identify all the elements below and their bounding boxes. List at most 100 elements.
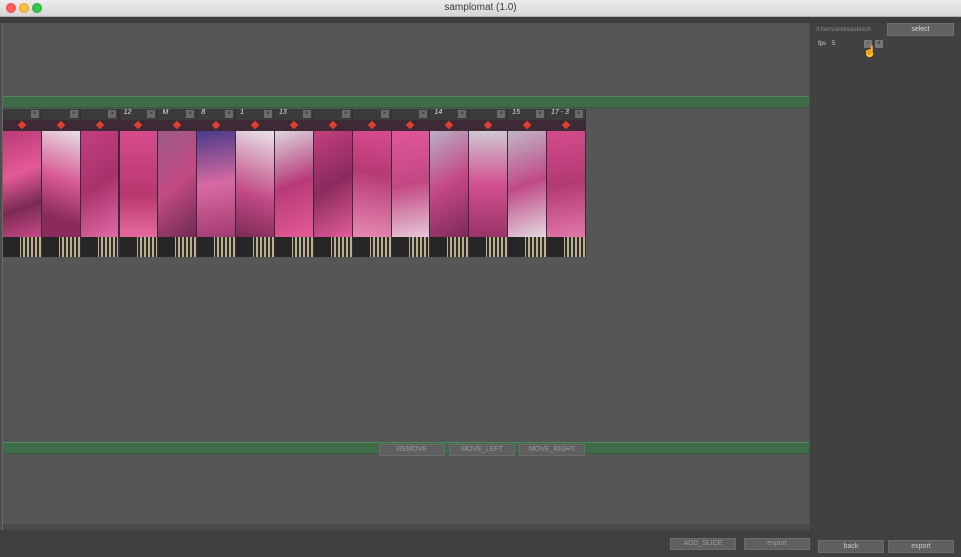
frame-thumbnail bbox=[508, 131, 546, 237]
film-frame[interactable]: M × bbox=[158, 109, 197, 257]
remove-button[interactable]: REMOVE bbox=[379, 444, 445, 456]
film-edge bbox=[508, 237, 526, 257]
frame-close-icon[interactable]: × bbox=[186, 110, 195, 118]
frame-header: 8 × bbox=[197, 109, 236, 120]
timeline-bar-top[interactable] bbox=[3, 96, 809, 108]
frame-label: M bbox=[162, 109, 169, 116]
film-frame[interactable]: × bbox=[313, 109, 352, 257]
film-edge bbox=[236, 237, 254, 257]
frame-label: 8 bbox=[201, 109, 206, 116]
film-edge bbox=[547, 237, 565, 257]
film-edge bbox=[391, 237, 409, 257]
frame-close-icon[interactable]: × bbox=[263, 110, 272, 118]
folder-path-field[interactable]: /Users/andreasbisch bbox=[816, 24, 884, 36]
frame-label: 15 bbox=[512, 109, 520, 116]
frame-header: 12 × bbox=[119, 109, 158, 120]
film-frame[interactable]: 13 × bbox=[275, 109, 313, 257]
move-right-button[interactable]: MOVE_RIGHT bbox=[519, 444, 585, 456]
add-slice-button[interactable]: ADD_SLICE bbox=[670, 538, 736, 550]
fps-label: fps bbox=[818, 41, 827, 47]
film-frame[interactable]: × bbox=[469, 109, 508, 257]
film-edge bbox=[275, 237, 292, 257]
pointer-cursor-icon: ☝ bbox=[863, 46, 877, 58]
film-edge bbox=[119, 237, 137, 257]
film-frame[interactable]: × bbox=[391, 109, 430, 257]
frame-close-icon[interactable]: × bbox=[535, 110, 544, 118]
frame-thumbnail bbox=[547, 131, 585, 237]
filmstrip[interactable]: × × × 12 × M × 8 × 1 × 13 × × × × 14 × × 15 × 17 - 3 × bbox=[3, 109, 586, 257]
frame-header: 1 × bbox=[236, 109, 274, 120]
film-edge bbox=[430, 237, 448, 257]
frame-close-icon[interactable]: × bbox=[302, 110, 311, 118]
frame-close-icon[interactable]: × bbox=[225, 110, 234, 118]
frame-header: × bbox=[313, 109, 352, 120]
frame-close-icon[interactable]: × bbox=[69, 110, 78, 118]
frame-thumbnail bbox=[430, 131, 469, 237]
frame-label: 12 bbox=[123, 109, 132, 116]
frame-header: 13 × bbox=[275, 109, 313, 120]
frame-header: M × bbox=[158, 109, 197, 120]
frame-thumbnail bbox=[275, 131, 313, 237]
frame-thumbnail bbox=[119, 131, 158, 237]
film-frame[interactable]: 15 × bbox=[508, 109, 546, 257]
frame-thumbnail bbox=[313, 131, 352, 237]
film-edge bbox=[158, 237, 176, 257]
frame-header: × bbox=[469, 109, 508, 120]
frame-thumbnail bbox=[391, 131, 430, 237]
film-edge bbox=[3, 237, 20, 257]
frame-thumbnail bbox=[469, 131, 508, 237]
frame-header: 14 × bbox=[430, 109, 469, 120]
frame-label: 1 bbox=[240, 109, 245, 116]
film-frame[interactable]: 1 × bbox=[236, 109, 274, 257]
frame-close-icon[interactable]: × bbox=[419, 110, 428, 118]
settings-sidebar: /Users/andreasbisch select fps 5 - + ☝ bbox=[810, 23, 961, 530]
frame-header: 15 × bbox=[508, 109, 546, 120]
frame-close-icon[interactable]: × bbox=[497, 110, 506, 118]
frame-header: × bbox=[41, 109, 80, 120]
frame-thumbnail bbox=[236, 131, 274, 237]
export-main-button[interactable]: export bbox=[744, 538, 810, 550]
film-frame[interactable]: 12 × bbox=[119, 109, 158, 257]
export-button[interactable]: export bbox=[888, 540, 954, 553]
main-canvas[interactable]: × × × 12 × M × 8 × 1 × 13 × × × × 14 × × 15 × 17 - 3 × REMOVE … bbox=[2, 23, 809, 530]
frame-thumbnail bbox=[41, 131, 80, 237]
fps-input[interactable]: 5 bbox=[832, 40, 862, 49]
film-edge bbox=[313, 237, 331, 257]
film-edge bbox=[469, 237, 487, 257]
frame-close-icon[interactable]: × bbox=[380, 110, 389, 118]
film-frame[interactable]: 14 × bbox=[430, 109, 469, 257]
title-bar: samplomat (1.0) bbox=[0, 0, 961, 17]
back-button[interactable]: back bbox=[818, 540, 884, 553]
frame-close-icon[interactable]: × bbox=[574, 110, 583, 118]
frame-close-icon[interactable]: × bbox=[147, 110, 156, 118]
select-folder-button[interactable]: select bbox=[887, 23, 954, 36]
film-frame[interactable]: 8 × bbox=[197, 109, 236, 257]
frame-close-icon[interactable]: × bbox=[108, 110, 117, 118]
film-frame[interactable]: × bbox=[80, 109, 119, 257]
frame-close-icon[interactable]: × bbox=[458, 110, 467, 118]
film-frame[interactable]: 17 - 3 × bbox=[547, 109, 585, 257]
frame-thumbnail bbox=[197, 131, 236, 237]
film-edge bbox=[80, 237, 98, 257]
film-edge bbox=[197, 237, 215, 257]
footer-bar bbox=[0, 530, 961, 557]
frame-label: 17 - 3 bbox=[551, 109, 569, 116]
frame-header: × bbox=[3, 109, 41, 120]
frame-thumbnail bbox=[352, 131, 391, 237]
frame-header: 17 - 3 × bbox=[547, 109, 585, 120]
frame-close-icon[interactable]: × bbox=[30, 110, 39, 118]
frame-header: × bbox=[80, 109, 119, 120]
window-title: samplomat (1.0) bbox=[444, 2, 517, 13]
film-frame[interactable]: × bbox=[3, 109, 41, 257]
frame-thumbnail bbox=[80, 131, 119, 237]
frame-header: × bbox=[352, 109, 391, 120]
film-frame[interactable]: × bbox=[352, 109, 391, 257]
frame-thumbnail bbox=[158, 131, 197, 237]
frame-label: 14 bbox=[434, 109, 443, 116]
film-frame[interactable]: × bbox=[41, 109, 80, 257]
frame-thumbnail bbox=[3, 131, 41, 237]
move-left-button[interactable]: MOVE_LEFT bbox=[449, 444, 515, 456]
film-edge bbox=[41, 237, 59, 257]
frame-header: × bbox=[391, 109, 430, 120]
frame-close-icon[interactable]: × bbox=[341, 110, 350, 118]
